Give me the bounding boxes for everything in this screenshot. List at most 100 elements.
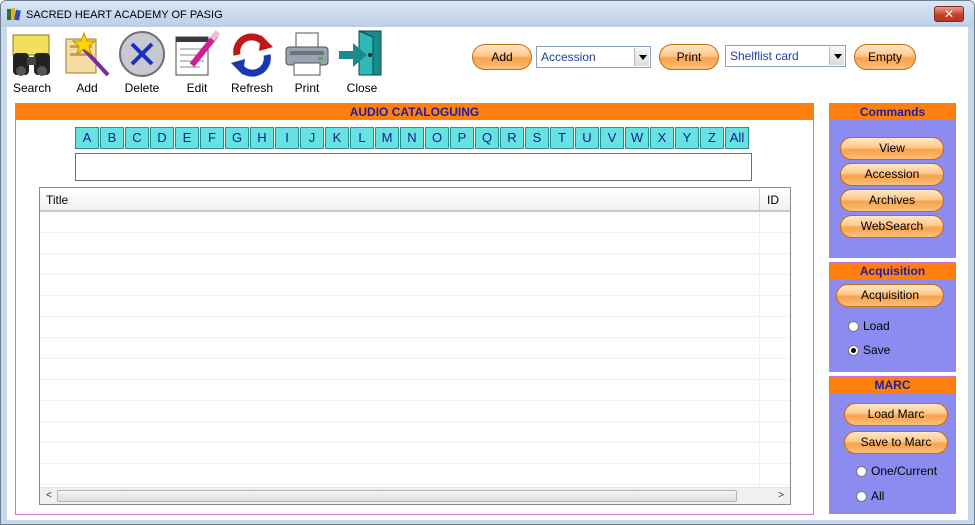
save-radio-dot[interactable] bbox=[848, 344, 859, 356]
list-row-empty[interactable] bbox=[40, 380, 790, 401]
archives-button[interactable]: Archives bbox=[840, 189, 944, 212]
letter-filter-w[interactable]: W bbox=[625, 127, 649, 149]
letter-filter-o[interactable]: O bbox=[425, 127, 449, 149]
save-radio[interactable]: Save bbox=[848, 343, 890, 357]
chevron-down-icon[interactable] bbox=[829, 47, 844, 65]
letter-filter-c[interactable]: C bbox=[125, 127, 149, 149]
app-books-icon bbox=[7, 8, 21, 21]
column-grid-line bbox=[759, 212, 760, 486]
letter-filter-g[interactable]: G bbox=[225, 127, 249, 149]
one-current-radio-dot[interactable] bbox=[856, 465, 867, 477]
add-type-select[interactable]: Accession bbox=[536, 46, 651, 68]
window-close-button[interactable]: ✕ bbox=[934, 6, 964, 22]
window-title: SACRED HEART ACADEMY OF PASIG bbox=[26, 9, 223, 21]
letter-filter-k[interactable]: K bbox=[325, 127, 349, 149]
letter-filter-i[interactable]: I bbox=[275, 127, 299, 149]
print-button[interactable]: Print bbox=[659, 44, 719, 70]
letter-filter-t[interactable]: T bbox=[550, 127, 574, 149]
refresh-arrows-icon bbox=[231, 33, 273, 77]
print-type-select[interactable]: Shelflist card bbox=[725, 45, 846, 67]
load-marc-button[interactable]: Load Marc bbox=[844, 403, 948, 426]
close-tool-button[interactable]: Close bbox=[335, 29, 389, 97]
websearch-button[interactable]: WebSearch bbox=[840, 215, 944, 238]
save-radio-label: Save bbox=[863, 343, 891, 357]
letter-filter-v[interactable]: V bbox=[600, 127, 624, 149]
letter-filter-j[interactable]: J bbox=[300, 127, 324, 149]
all-radio[interactable]: All bbox=[856, 489, 884, 503]
edit-notepad-icon bbox=[175, 30, 221, 76]
column-divider[interactable] bbox=[759, 188, 760, 210]
letter-filter-u[interactable]: U bbox=[575, 127, 599, 149]
refresh-tool-button[interactable]: Refresh bbox=[225, 29, 279, 97]
column-header-id[interactable]: ID bbox=[767, 193, 779, 207]
printer-icon bbox=[285, 32, 329, 76]
letter-filter-a[interactable]: A bbox=[75, 127, 99, 149]
list-row-empty[interactable] bbox=[40, 233, 790, 254]
scroll-right-icon[interactable]: > bbox=[774, 490, 788, 502]
accession-button[interactable]: Accession bbox=[840, 163, 944, 186]
print-tool-button[interactable]: Print bbox=[280, 29, 334, 97]
refresh-tool-label: Refresh bbox=[230, 81, 274, 95]
title-bar: SACRED HEART ACADEMY OF PASIG ✕ bbox=[1, 1, 974, 27]
load-radio-label: Load bbox=[863, 319, 890, 333]
commands-header: Commands bbox=[830, 104, 955, 120]
list-row-empty[interactable] bbox=[40, 422, 790, 443]
list-row-empty[interactable] bbox=[40, 212, 790, 233]
audio-cataloguing-panel: AUDIO CATALOGUING ABCDEFGHIJKLMNOPQRSTUV… bbox=[15, 103, 814, 515]
letter-filter-b[interactable]: B bbox=[100, 127, 124, 149]
list-row-empty[interactable] bbox=[40, 275, 790, 296]
search-input[interactable] bbox=[75, 153, 752, 181]
scroll-left-icon[interactable]: < bbox=[42, 490, 56, 502]
letter-filter-l[interactable]: L bbox=[350, 127, 374, 149]
list-row-empty[interactable] bbox=[40, 464, 790, 485]
list-row-empty[interactable] bbox=[40, 443, 790, 464]
list-row-empty[interactable] bbox=[40, 317, 790, 338]
letter-filter-z[interactable]: Z bbox=[700, 127, 724, 149]
load-radio-dot[interactable] bbox=[848, 320, 859, 332]
letter-filter-y[interactable]: Y bbox=[675, 127, 699, 149]
view-button[interactable]: View bbox=[840, 137, 944, 160]
search-tool-label: Search bbox=[12, 81, 52, 95]
list-row-empty[interactable] bbox=[40, 359, 790, 380]
letter-filter-d[interactable]: D bbox=[150, 127, 174, 149]
one-current-radio[interactable]: One/Current bbox=[856, 464, 937, 478]
column-header-title[interactable]: Title bbox=[46, 193, 68, 207]
letter-filter-all[interactable]: All bbox=[725, 127, 749, 149]
scroll-thumb[interactable] bbox=[57, 490, 737, 502]
letter-filter-m[interactable]: M bbox=[375, 127, 399, 149]
save-to-marc-button[interactable]: Save to Marc bbox=[844, 431, 948, 454]
empty-button[interactable]: Empty bbox=[854, 44, 916, 70]
edit-tool-button[interactable]: Edit bbox=[170, 29, 224, 97]
add-tool-button[interactable]: Add bbox=[60, 29, 114, 97]
load-radio[interactable]: Load bbox=[848, 319, 890, 333]
list-row-empty[interactable] bbox=[40, 296, 790, 317]
letter-filter-r[interactable]: R bbox=[500, 127, 524, 149]
print-type-value: Shelflist card bbox=[730, 49, 799, 63]
one-current-radio-label: One/Current bbox=[871, 464, 938, 478]
list-header: Title ID bbox=[40, 188, 790, 212]
letter-filter-f[interactable]: F bbox=[200, 127, 224, 149]
acquisition-button[interactable]: Acquisition bbox=[836, 284, 944, 307]
results-list[interactable]: Title ID < > bbox=[39, 187, 791, 505]
list-row-empty[interactable] bbox=[40, 401, 790, 422]
alphabet-filter-bar: A B C D E F G H I J K L M N O P Q R S T U V W X Y Z All bbox=[75, 127, 749, 149]
letter-filter-n[interactable]: N bbox=[400, 127, 424, 149]
add-button[interactable]: Add bbox=[472, 44, 532, 70]
horizontal-scrollbar[interactable]: < > bbox=[40, 487, 790, 504]
chevron-down-icon[interactable] bbox=[634, 48, 649, 66]
acquisition-panel: Acquisition Acquisition Load Save bbox=[829, 262, 956, 372]
letter-filter-q[interactable]: Q bbox=[475, 127, 499, 149]
marc-header: MARC bbox=[830, 377, 955, 393]
edit-tool-label: Edit bbox=[186, 81, 208, 95]
client-area: Search Add Delete Edit Refresh Print Clo… bbox=[7, 27, 968, 520]
list-row-empty[interactable] bbox=[40, 254, 790, 275]
letter-filter-h[interactable]: H bbox=[250, 127, 274, 149]
list-row-empty[interactable] bbox=[40, 338, 790, 359]
letter-filter-x[interactable]: X bbox=[650, 127, 674, 149]
search-tool-button[interactable]: Search bbox=[5, 29, 59, 97]
letter-filter-p[interactable]: P bbox=[450, 127, 474, 149]
delete-tool-button[interactable]: Delete bbox=[115, 29, 169, 97]
letter-filter-e[interactable]: E bbox=[175, 127, 199, 149]
letter-filter-s[interactable]: S bbox=[525, 127, 549, 149]
all-radio-dot[interactable] bbox=[856, 490, 867, 502]
